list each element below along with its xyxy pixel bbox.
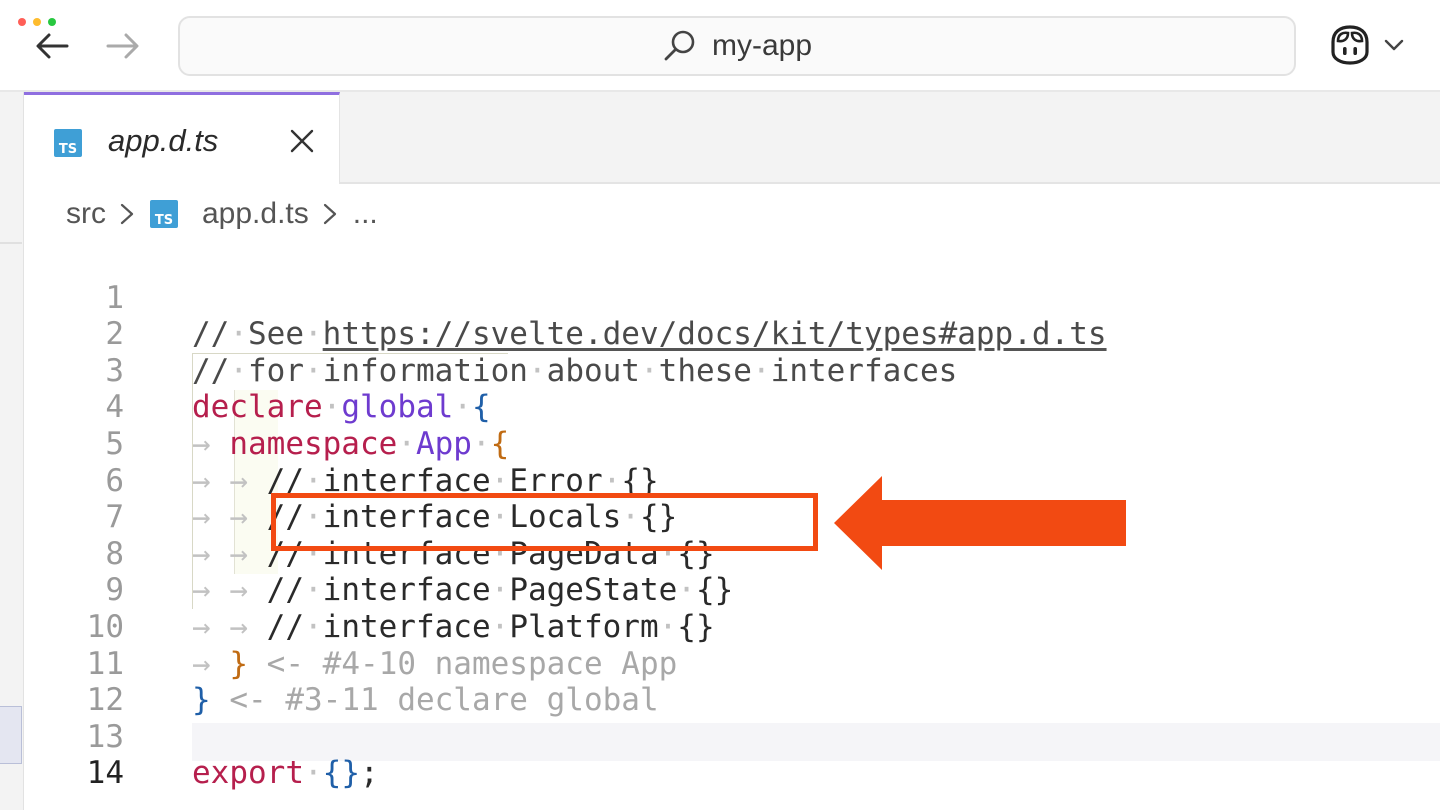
- code-line[interactable]: 5 → → //·interface·Error·{}: [24, 389, 1440, 499]
- brace-token: {}: [322, 755, 360, 792]
- breadcrumb: src TS app.d.ts ...: [66, 194, 378, 234]
- line-number: 14: [86, 755, 124, 792]
- tab-bar: TS app.d.ts: [24, 92, 1440, 184]
- close-icon[interactable]: [286, 125, 318, 157]
- chevron-down-icon[interactable]: [1382, 36, 1406, 54]
- tab-label: app.d.ts: [108, 123, 219, 158]
- close-window-button[interactable]: [18, 18, 26, 26]
- code-line[interactable]: 4 → namespace·App·{: [24, 353, 1440, 462]
- selected-panel-item[interactable]: [0, 706, 22, 764]
- tab-app-d-ts[interactable]: TS app.d.ts: [24, 92, 340, 184]
- breadcrumb-symbols[interactable]: ...: [353, 197, 378, 231]
- activity-bar-edge: [0, 92, 24, 810]
- title-bar: my-app: [0, 0, 1440, 92]
- search-label: my-app: [711, 29, 813, 62]
- code-line[interactable]: 12: [24, 646, 1440, 718]
- typescript-file-icon: TS: [150, 200, 178, 228]
- minimize-window-button[interactable]: [33, 18, 41, 26]
- command-center-search[interactable]: my-app: [178, 16, 1296, 76]
- annotation-arrow-icon: [830, 476, 1130, 570]
- code-line[interactable]: 3 declare·global·{: [24, 316, 1440, 426]
- code-line[interactable]: 11 } <- #3-11 declare global: [24, 609, 1440, 719]
- zoom-window-button[interactable]: [48, 18, 56, 26]
- keyword-token: export: [192, 755, 304, 792]
- svg-text:TS: TS: [155, 213, 173, 228]
- back-arrow-icon[interactable]: [33, 26, 73, 66]
- chevron-right-icon: [116, 199, 138, 229]
- breadcrumb-file[interactable]: app.d.ts: [202, 197, 309, 231]
- code-line[interactable]: 13 export·{};: [24, 682, 1440, 792]
- breadcrumb-src[interactable]: src: [66, 197, 106, 231]
- code-line[interactable]: 10 → } <- #4-10 namespace App: [24, 572, 1440, 682]
- chevron-right-icon: [319, 199, 341, 229]
- code-line[interactable]: 2 //·for·information·about·these·interfa…: [24, 280, 1440, 389]
- forward-arrow-icon[interactable]: [102, 26, 142, 66]
- search-icon: [662, 28, 698, 64]
- code-line-active[interactable]: 14: [24, 719, 1440, 791]
- code-line[interactable]: 1 //·See·https://svelte.dev/docs/kit/typ…: [24, 243, 1440, 353]
- punctuation-token: ;: [359, 755, 379, 792]
- typescript-file-icon: TS: [54, 129, 82, 157]
- copilot-icon[interactable]: [1326, 22, 1374, 68]
- svg-text:TS: TS: [59, 142, 77, 157]
- annotation-highlight-box: [271, 493, 818, 551]
- divider: [0, 242, 22, 244]
- code-line[interactable]: 6 → → //·interface·Locals·{}: [24, 426, 1440, 536]
